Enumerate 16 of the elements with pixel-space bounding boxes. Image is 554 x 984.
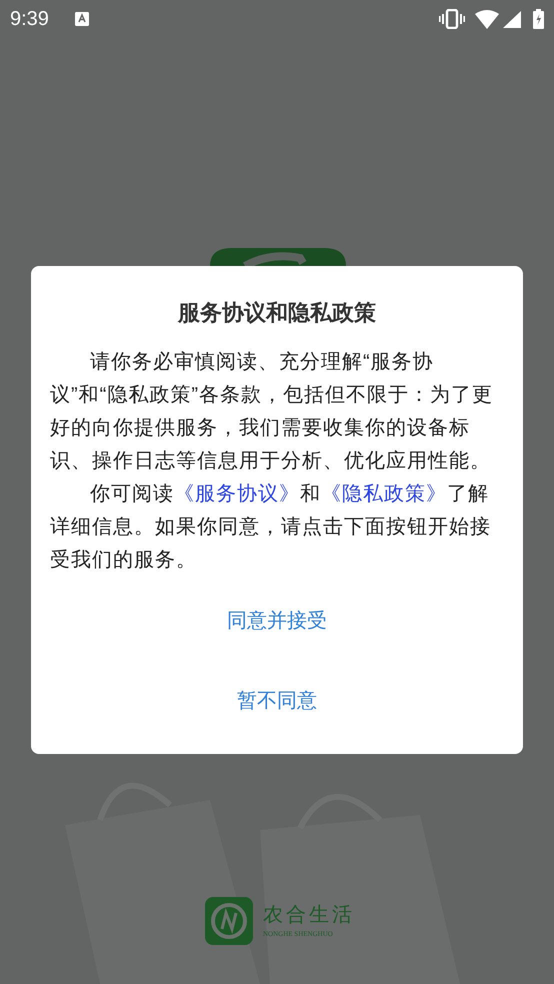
status-time: 9:39 [10, 7, 49, 32]
policy-link[interactable]: 《隐私政策》 [321, 483, 447, 505]
signal-icon [503, 10, 521, 28]
battery-icon [533, 9, 544, 29]
brand-logo-icon [205, 897, 253, 945]
policy-link[interactable]: 《服务协议》 [174, 483, 300, 505]
vibrate-icon [439, 9, 465, 29]
dialog-paragraph: 请你务必审慎阅读、充分理解“服务协议”和“隐私政策”各条款，包括但不限于：为了更好的向你提供服务，我们需要收集你的设备标识、操作日志等信息用于分析、优化应用性能。 [50, 350, 494, 474]
decline-button[interactable]: 暂不同意 [229, 679, 325, 723]
dialog-title: 服务协议和隐私政策 [176, 299, 377, 327]
app-logo-icon [210, 248, 346, 266]
keyboard-icon [74, 12, 89, 26]
wifi-icon [475, 10, 499, 28]
brand-name: 农合生活 [263, 903, 355, 927]
accept-button[interactable]: 同意并接受 [219, 599, 335, 643]
dialog-paragraph: 你可阅读《服务协议》和《隐私政策》了解详细信息。如果你同意，请点击下面按钮开始接受我们的服务。 [50, 482, 492, 573]
